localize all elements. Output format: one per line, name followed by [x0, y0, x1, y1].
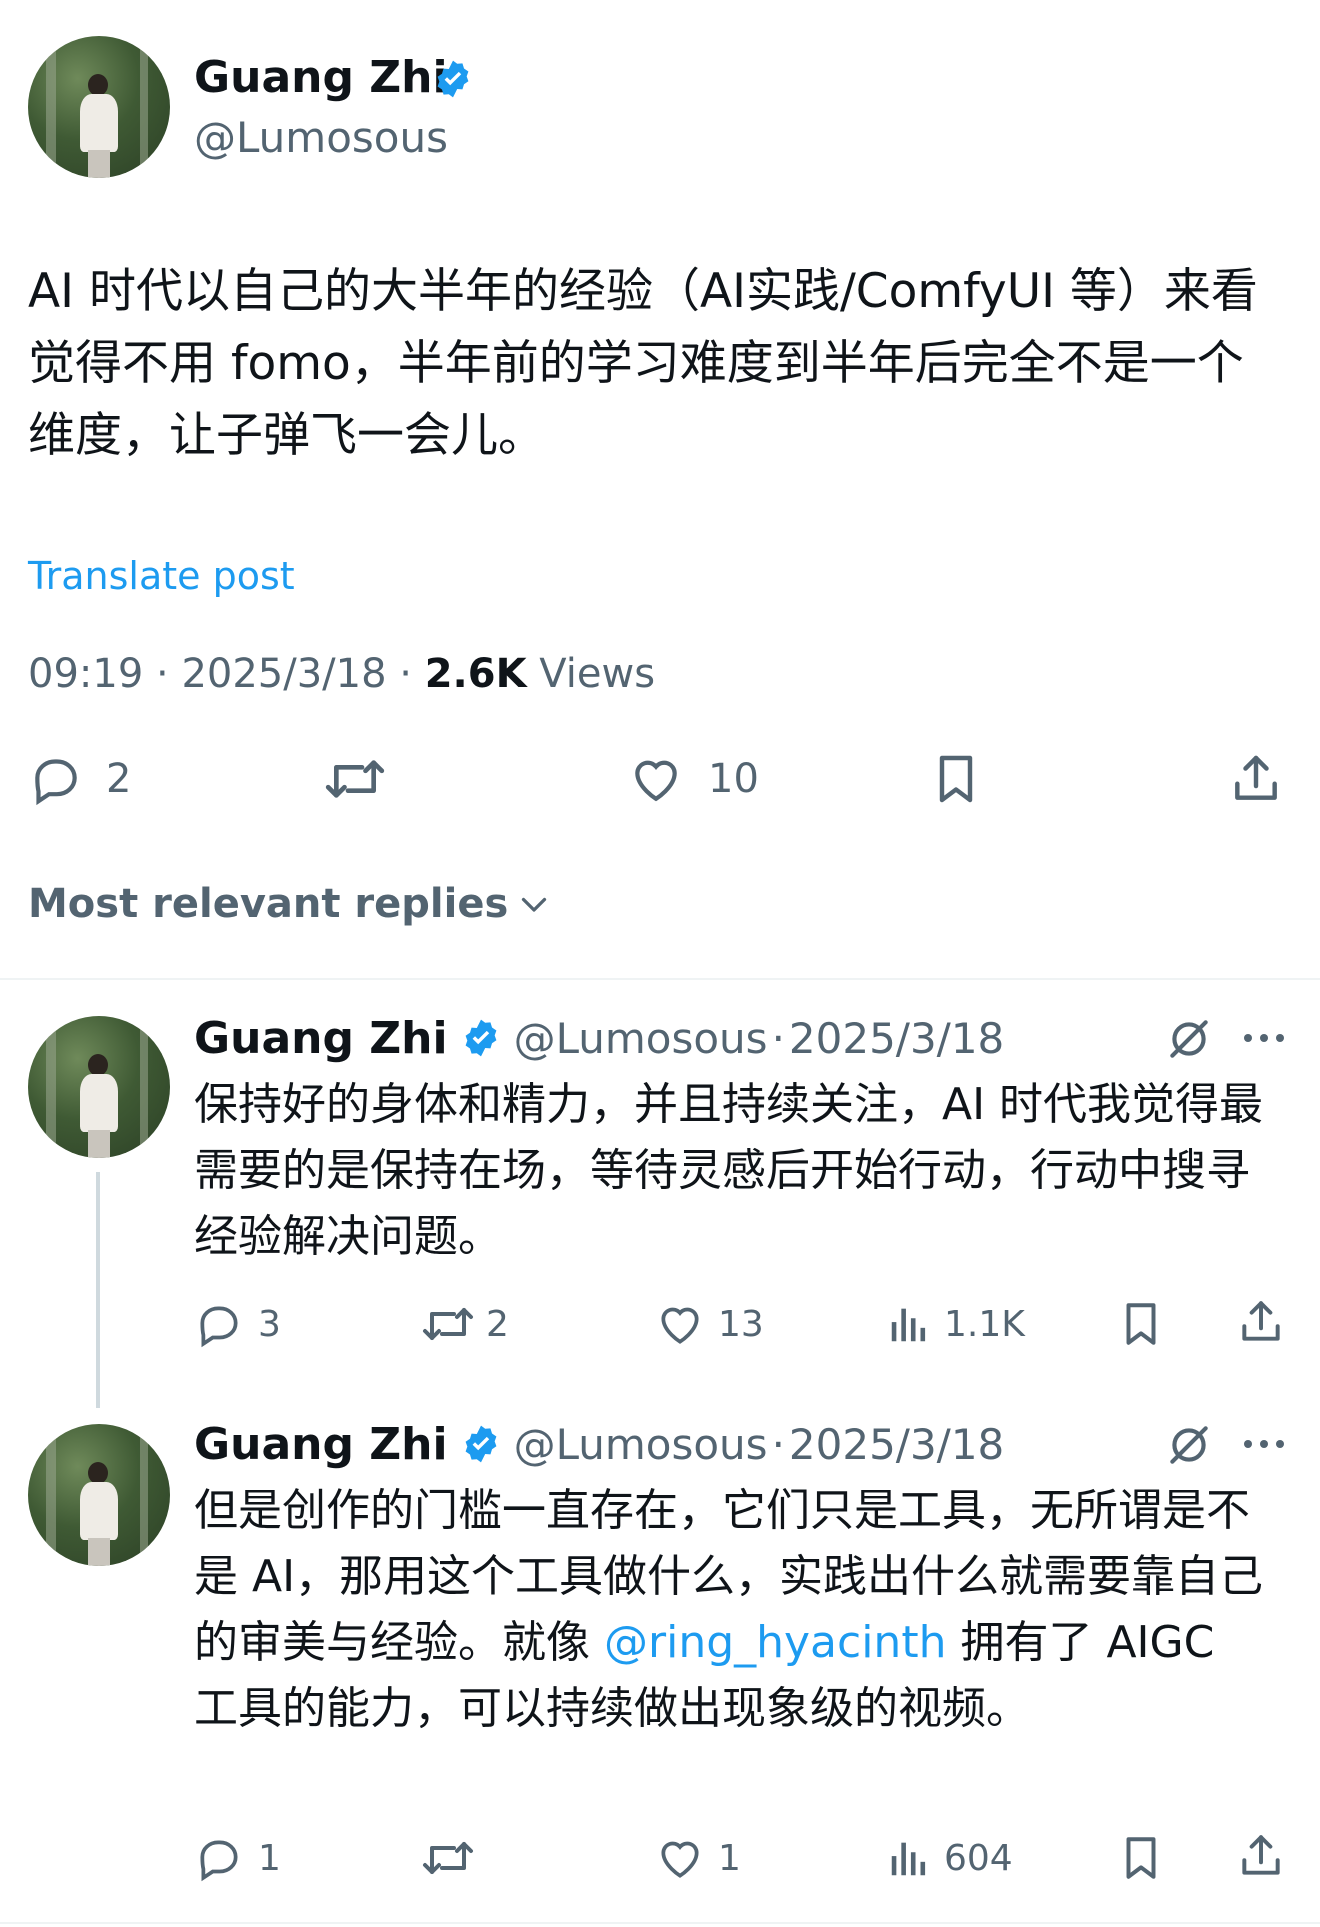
reply-date[interactable]: 2025/3/18: [789, 1014, 1004, 1063]
heart-icon: [654, 1833, 706, 1883]
post-time: 09:19: [28, 651, 144, 697]
post-metadata: 09:19 · 2025/3/18 · 2.6K Views: [28, 648, 655, 700]
views-count: 1.1K: [944, 1303, 1025, 1345]
replies-filter-dropdown[interactable]: Most relevant replies: [28, 878, 552, 930]
reply-icon: [194, 1833, 244, 1883]
like-count: 1: [718, 1837, 741, 1879]
reply-avatar[interactable]: [28, 1424, 170, 1566]
reply-header: Guang Zhi @Lumosous · 2025/3/18: [194, 1416, 1004, 1472]
author-name[interactable]: Guang Zhi: [194, 52, 448, 104]
like-count: 10: [708, 756, 759, 802]
reply-text: 保持好的身体和精力，并且持续关注，AI 时代我觉得最需要的是保持在场，等待灵感后…: [194, 1079, 1264, 1262]
reply-icon: [194, 1299, 244, 1349]
bookmark-icon: [1116, 1832, 1166, 1884]
verified-badge-icon: [460, 1017, 502, 1059]
repost-button[interactable]: 2: [420, 1300, 509, 1348]
share-button[interactable]: [1228, 752, 1284, 806]
thread-connector-line: [96, 1172, 100, 1408]
share-button[interactable]: [1236, 1298, 1286, 1346]
analytics-icon: [886, 1834, 932, 1882]
share-icon: [1228, 750, 1284, 808]
repost-icon: [420, 1834, 476, 1882]
share-icon: [1236, 1830, 1286, 1882]
views-label: Views: [539, 651, 656, 697]
views-button[interactable]: 1.1K: [886, 1300, 1025, 1348]
verified-badge-icon: [460, 1423, 502, 1465]
bookmark-button[interactable]: [928, 752, 984, 806]
reply-author-name[interactable]: Guang Zhi: [194, 1419, 448, 1470]
views-button[interactable]: 604: [886, 1834, 1013, 1882]
repost-count: 2: [486, 1303, 509, 1345]
like-count: 13: [718, 1303, 764, 1345]
post-date: 2025/3/18: [181, 651, 387, 697]
reply-button[interactable]: 3: [194, 1300, 281, 1348]
separator-dot: ·: [771, 1013, 785, 1063]
share-icon: [1236, 1296, 1286, 1348]
grok-icon[interactable]: [1164, 1014, 1214, 1064]
analytics-icon: [886, 1300, 932, 1348]
author-avatar[interactable]: [28, 36, 170, 178]
replies-filter-label: Most relevant replies: [28, 881, 509, 927]
reply-count: 2: [106, 756, 132, 802]
reply-count: 1: [258, 1837, 281, 1879]
reply-author-handle[interactable]: @Lumosous: [514, 1420, 768, 1469]
repost-icon: [322, 751, 388, 807]
separator-dot: ·: [771, 1419, 785, 1469]
more-options-icon[interactable]: [1240, 1428, 1288, 1460]
bookmark-button[interactable]: [1116, 1834, 1166, 1882]
grok-icon[interactable]: [1164, 1420, 1214, 1470]
bottom-divider: [0, 1922, 1320, 1924]
author-handle[interactable]: @Lumosous: [194, 112, 448, 164]
separator-dot: ·: [156, 651, 169, 697]
reply-avatar[interactable]: [28, 1016, 170, 1158]
views-count: 604: [944, 1837, 1013, 1879]
bookmark-icon: [928, 750, 984, 808]
like-button[interactable]: 10: [626, 752, 759, 806]
more-options-icon[interactable]: [1240, 1022, 1288, 1054]
like-button[interactable]: 13: [654, 1300, 764, 1348]
reply-button[interactable]: 2: [28, 752, 131, 806]
views-count: 2.6K: [424, 651, 527, 697]
repost-button[interactable]: [322, 752, 388, 806]
reply-icon: [28, 751, 84, 807]
mention-link[interactable]: @ring_hyacinth: [604, 1617, 946, 1668]
section-divider: [0, 978, 1320, 980]
separator-dot: ·: [399, 651, 412, 697]
share-button[interactable]: [1236, 1832, 1286, 1880]
verified-badge-icon: [432, 58, 474, 100]
post-text: AI 时代以自己的大半年的经验（AI实践/ComfyUI 等）来看觉得不用 fo…: [28, 264, 1258, 463]
heart-icon: [654, 1299, 706, 1349]
repost-button[interactable]: [420, 1834, 476, 1882]
reply-author-name[interactable]: Guang Zhi: [194, 1013, 448, 1064]
reply-text: 但是创作的门槛一直存在，它们只是工具，无所谓是不是 AI，那用这个工具做什么，实…: [194, 1478, 1264, 1742]
reply-count: 3: [258, 1303, 281, 1345]
translate-post-link[interactable]: Translate post: [28, 552, 295, 600]
reply-header: Guang Zhi @Lumosous · 2025/3/18: [194, 1010, 1004, 1066]
chevron-down-icon: [516, 886, 552, 922]
reply-author-handle[interactable]: @Lumosous: [514, 1014, 768, 1063]
reply-button[interactable]: 1: [194, 1834, 281, 1882]
bookmark-icon: [1116, 1298, 1166, 1350]
like-button[interactable]: 1: [654, 1834, 741, 1882]
repost-icon: [420, 1300, 476, 1348]
reply-date[interactable]: 2025/3/18: [789, 1420, 1004, 1469]
heart-icon: [626, 751, 686, 807]
bookmark-button[interactable]: [1116, 1300, 1166, 1348]
